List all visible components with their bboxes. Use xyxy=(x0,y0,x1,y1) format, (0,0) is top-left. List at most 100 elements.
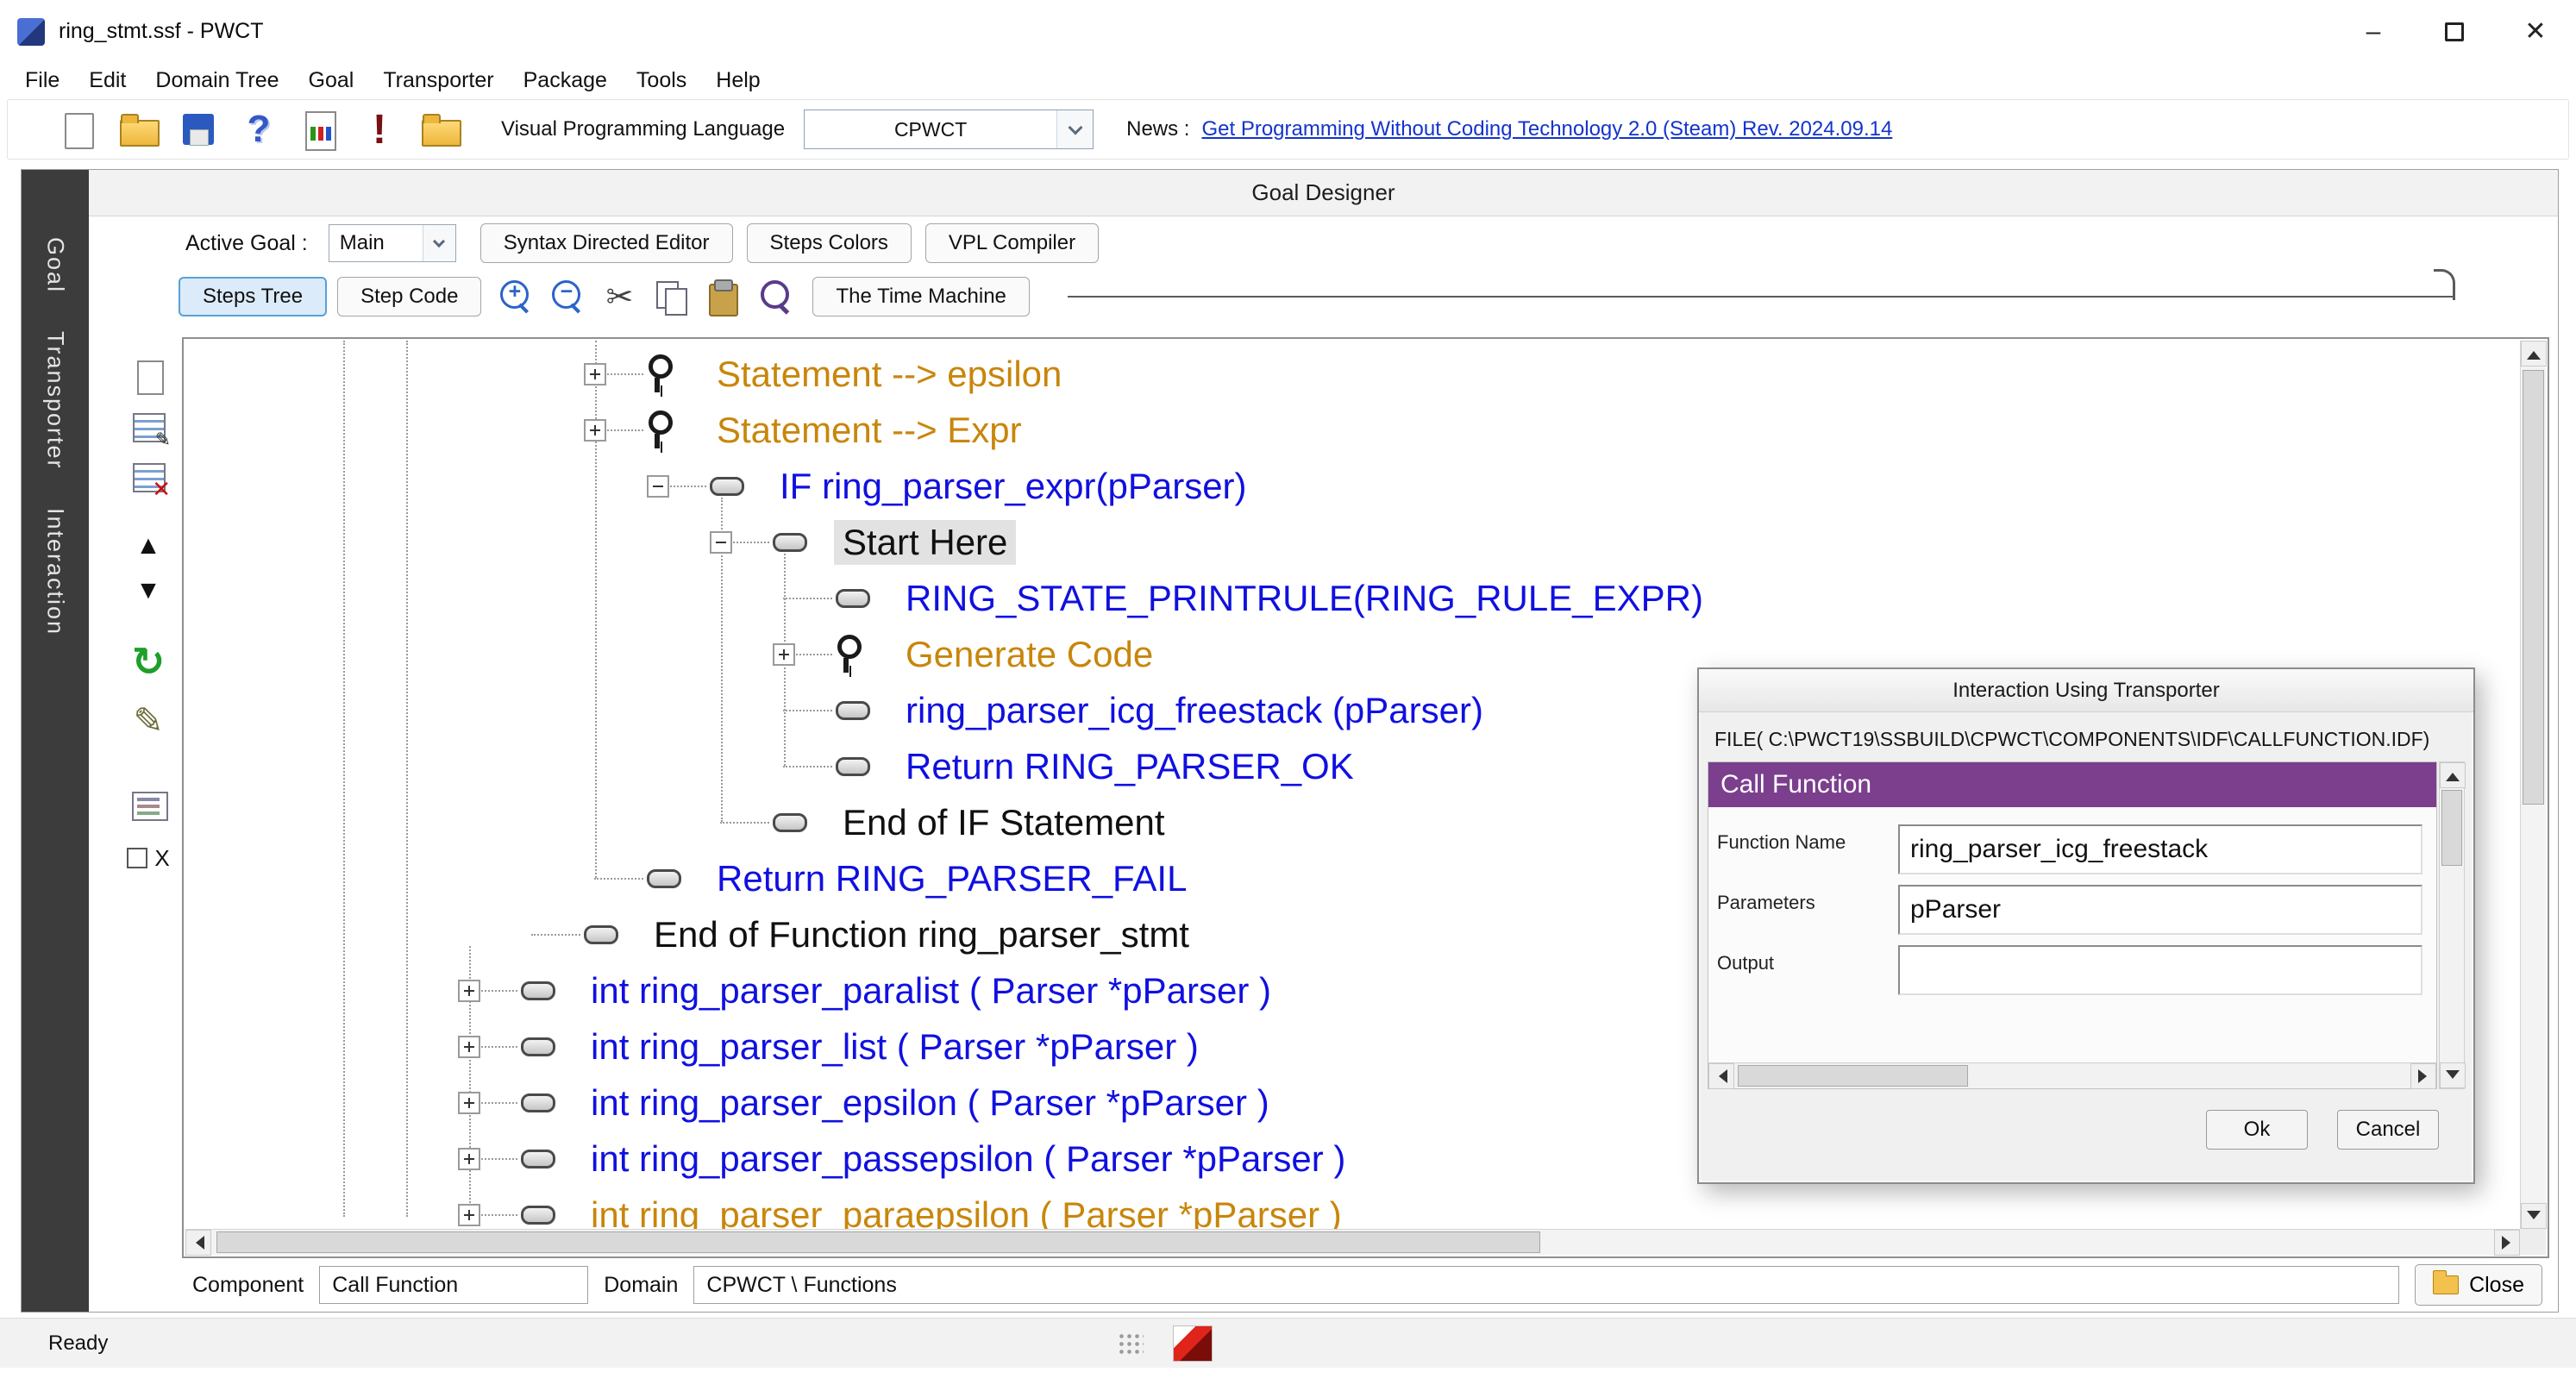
expander-icon[interactable] xyxy=(458,1147,480,1170)
checkbox-x-icon[interactable] xyxy=(126,836,171,880)
news-link[interactable]: Get Programming Without Coding Technolog… xyxy=(1201,117,1892,141)
copy-icon[interactable] xyxy=(649,276,693,317)
scroll-left-button[interactable] xyxy=(185,1230,211,1256)
expander-icon[interactable] xyxy=(458,1203,480,1226)
scrollbar-thumb[interactable] xyxy=(1738,1065,1968,1087)
vpl-compiler-button[interactable]: VPL Compiler xyxy=(924,223,1100,263)
syntax-directed-editor-button[interactable]: Syntax Directed Editor xyxy=(479,223,733,263)
minimize-button[interactable]: – xyxy=(2333,0,2414,63)
scrollbar-track[interactable] xyxy=(2521,367,2546,1203)
tree-row-label[interactable]: Statement --> epsilon xyxy=(708,352,1070,397)
edit-table-icon[interactable] xyxy=(126,404,171,451)
tree-row-label[interactable]: End of IF Statement xyxy=(834,800,1174,845)
function-name-input[interactable] xyxy=(1898,824,2422,874)
menu-transporter[interactable]: Transporter xyxy=(368,63,508,97)
move-down-icon[interactable] xyxy=(126,568,171,613)
dialog-titlebar[interactable]: Interaction Using Transporter xyxy=(1699,669,2473,712)
menu-package[interactable]: Package xyxy=(509,63,622,97)
tree-row-label[interactable]: Return RING_PARSER_FAIL xyxy=(708,856,1195,901)
tree-row-label[interactable]: int ring_parser_epsilon ( Parser *pParse… xyxy=(582,1081,1278,1125)
expander-icon[interactable] xyxy=(647,474,669,498)
expander-icon[interactable] xyxy=(458,1091,480,1114)
new-step-icon[interactable] xyxy=(126,354,171,399)
expander-icon[interactable] xyxy=(710,530,732,554)
tab-step-code[interactable]: Step Code xyxy=(337,277,482,316)
expander-icon[interactable] xyxy=(458,979,480,1002)
tree-row-label[interactable]: RING_STATE_PRINTRULE(RING_RULE_EXPR) xyxy=(897,576,1712,621)
menu-help[interactable]: Help xyxy=(701,63,774,97)
scrollbar-thumb[interactable] xyxy=(216,1231,1541,1253)
tree-row-label[interactable]: Start Here xyxy=(834,519,1017,565)
package-icon[interactable] xyxy=(418,108,461,151)
dialog-vertical-scrollbar[interactable] xyxy=(2439,761,2466,1089)
ok-button[interactable]: Ok xyxy=(2206,1110,2308,1150)
dialog-horizontal-scrollbar[interactable] xyxy=(1708,1062,2436,1089)
side-tab-interaction[interactable]: Interaction xyxy=(42,508,69,636)
expander-icon[interactable] xyxy=(773,642,795,666)
tree-row-label[interactable]: IF ring_parser_expr(pParser) xyxy=(771,464,1256,509)
side-tab-goal[interactable]: Goal xyxy=(42,237,69,293)
menu-goal[interactable]: Goal xyxy=(294,63,369,97)
tree-row-label[interactable]: int ring_parser_paralist ( Parser *pPars… xyxy=(582,968,1280,1013)
side-tab-transporter[interactable]: Transporter xyxy=(42,331,69,470)
scroll-down-button[interactable] xyxy=(2521,1203,2547,1229)
delete-table-icon[interactable] xyxy=(126,454,171,503)
find-icon[interactable] xyxy=(752,276,797,317)
save-file-icon[interactable] xyxy=(177,108,220,151)
tree-row[interactable]: int ring_parser_paraepsilon ( Parser *pP… xyxy=(185,1187,2520,1229)
close-window-button[interactable]: ✕ xyxy=(2495,0,2576,63)
scrollbar-track[interactable] xyxy=(2440,788,2464,1062)
help-icon[interactable] xyxy=(237,108,280,151)
expander-icon[interactable] xyxy=(458,1035,480,1058)
expander-icon[interactable] xyxy=(584,418,606,442)
menu-domain-tree[interactable]: Domain Tree xyxy=(141,63,293,97)
steps-colors-button[interactable]: Steps Colors xyxy=(746,223,912,263)
menu-tools[interactable]: Tools xyxy=(622,63,701,97)
tree-row-label[interactable]: ring_parser_icg_freestack (pParser) xyxy=(897,688,1492,733)
scroll-up-button[interactable] xyxy=(2521,341,2547,367)
time-machine-button[interactable]: The Time Machine xyxy=(812,277,1030,316)
properties-icon[interactable] xyxy=(126,782,171,827)
tree-row-label[interactable]: Return RING_PARSER_OK xyxy=(897,744,1363,789)
tree-row-label[interactable]: End of Function ring_parser_stmt xyxy=(645,912,1198,957)
open-file-icon[interactable] xyxy=(116,108,160,151)
maximize-button[interactable] xyxy=(2414,0,2495,63)
scrollbar-thumb[interactable] xyxy=(2523,370,2544,805)
scrollbar-track[interactable] xyxy=(1734,1063,2410,1088)
move-up-icon[interactable] xyxy=(126,523,171,568)
tree-vertical-scrollbar[interactable] xyxy=(2520,341,2547,1229)
zoom-in-icon[interactable] xyxy=(493,276,538,317)
scrollbar-track[interactable] xyxy=(211,1230,2494,1255)
expander-icon[interactable] xyxy=(584,362,606,385)
scroll-up-button[interactable] xyxy=(2440,762,2466,788)
report-icon[interactable] xyxy=(298,108,341,151)
edit-interaction-icon[interactable] xyxy=(126,698,171,742)
vpl-combo[interactable]: CPWCT xyxy=(804,110,1094,149)
tree-row[interactable]: IF ring_parser_expr(pParser) xyxy=(185,458,2520,514)
cut-icon[interactable] xyxy=(597,276,642,317)
scroll-left-button[interactable] xyxy=(1708,1063,1734,1089)
run-icon[interactable] xyxy=(358,108,401,151)
active-goal-combo[interactable]: Main xyxy=(328,224,456,262)
tree-row-label[interactable]: int ring_parser_paraepsilon ( Parser *pP… xyxy=(582,1193,1351,1230)
tree-row[interactable]: Statement --> epsilon xyxy=(185,346,2520,402)
parameters-input[interactable] xyxy=(1898,885,2422,935)
refresh-icon[interactable] xyxy=(126,639,171,684)
tab-steps-tree[interactable]: Steps Tree xyxy=(179,277,328,316)
scrollbar-thumb[interactable] xyxy=(2441,790,2462,866)
tree-row[interactable]: RING_STATE_PRINTRULE(RING_RULE_EXPR) xyxy=(185,570,2520,626)
cancel-button[interactable]: Cancel xyxy=(2337,1110,2439,1150)
scroll-down-button[interactable] xyxy=(2440,1062,2466,1088)
new-file-icon[interactable] xyxy=(56,108,99,151)
tree-row-label[interactable]: int ring_parser_list ( Parser *pParser ) xyxy=(582,1024,1207,1069)
menu-edit[interactable]: Edit xyxy=(74,63,141,97)
scroll-right-button[interactable] xyxy=(2410,1063,2436,1089)
combo-dropdown-icon[interactable] xyxy=(422,225,455,261)
menu-file[interactable]: File xyxy=(10,63,74,97)
close-button[interactable]: Close xyxy=(2415,1264,2542,1306)
tree-row-label[interactable]: int ring_parser_passepsilon ( Parser *pP… xyxy=(582,1137,1354,1181)
tree-row-label[interactable]: Generate Code xyxy=(897,632,1162,677)
output-input[interactable] xyxy=(1898,945,2422,995)
combo-dropdown-icon[interactable] xyxy=(1056,110,1094,148)
tree-horizontal-scrollbar[interactable] xyxy=(185,1229,2520,1256)
